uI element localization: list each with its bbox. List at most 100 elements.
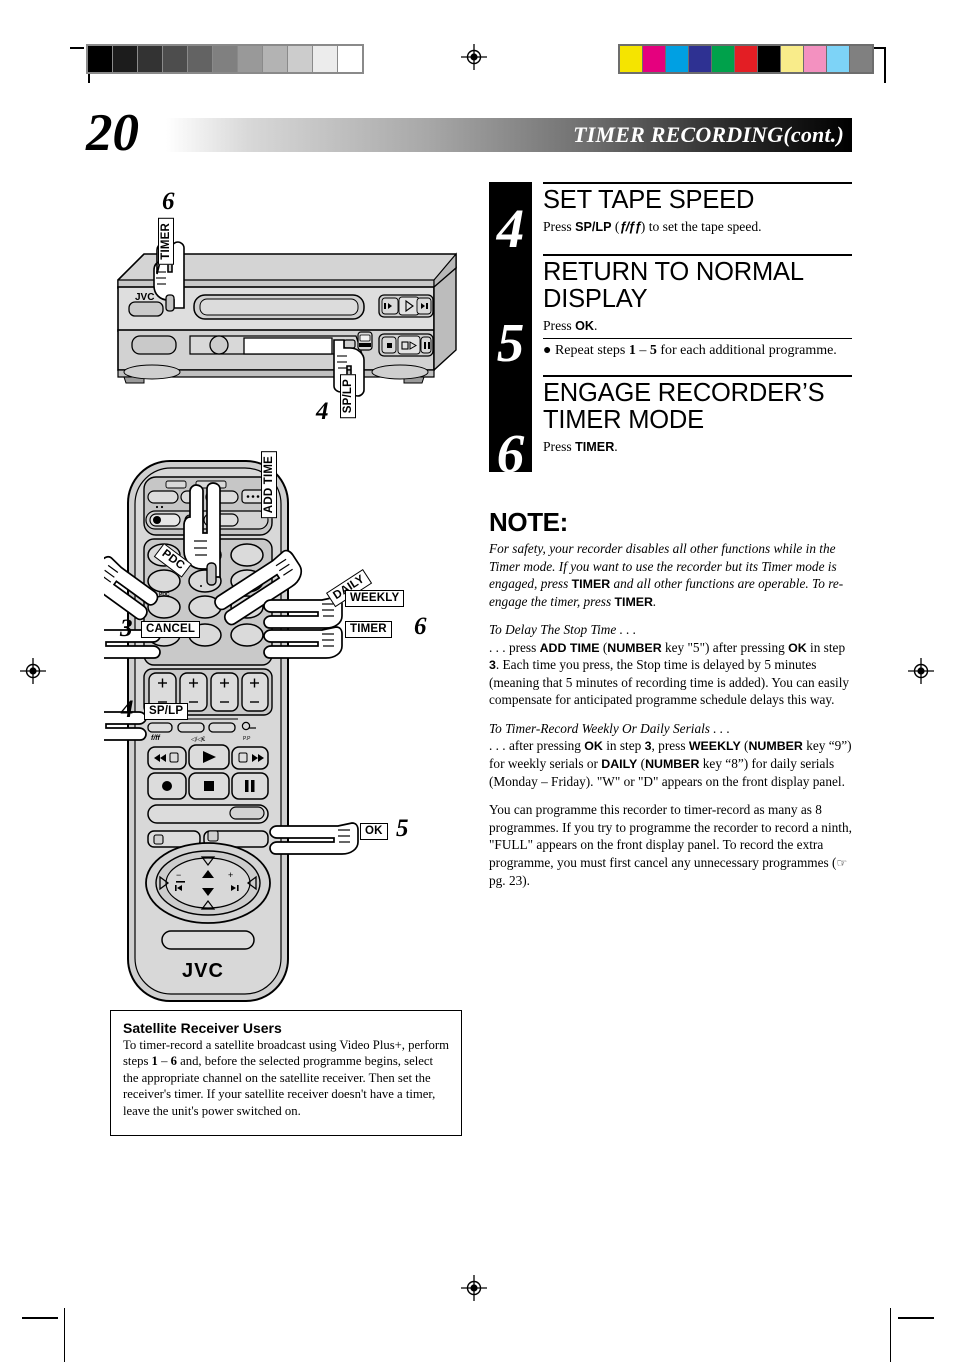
stepmark-6-vcr: 6 bbox=[162, 188, 175, 215]
color-swatch-9 bbox=[827, 46, 850, 72]
callout-sp-lp-vcr: SP/LP bbox=[340, 374, 356, 419]
note-paragraph-2: . . . press ADD TIME (NUMBER key "5") af… bbox=[489, 639, 850, 708]
step-6-press-label: Press bbox=[543, 438, 576, 454]
svg-text:f/ff: f/ff bbox=[151, 735, 160, 742]
step-5: 5 RETURN TO NORMAL DISPLAY Press OK. ● R… bbox=[489, 253, 852, 375]
step-5-title: RETURN TO NORMAL DISPLAY bbox=[543, 257, 803, 314]
svg-text:P.P: P.P bbox=[243, 736, 251, 742]
step-6-rule-top bbox=[543, 374, 852, 377]
gray-swatch-9 bbox=[313, 46, 338, 72]
step-5-bullet: ● Repeat steps 1 – 5 for each additional… bbox=[543, 343, 852, 359]
crop-mark-right-vert bbox=[884, 47, 886, 83]
color-swatch-3 bbox=[689, 46, 712, 72]
callout-add-time: ADD TIME bbox=[261, 451, 277, 519]
step-6-title: ENGAGE RECORDER’S TIMER MODE bbox=[543, 378, 825, 435]
gray-swatch-7 bbox=[263, 46, 288, 72]
gray-swatch-8 bbox=[288, 46, 313, 72]
step-5-number: 5 bbox=[496, 311, 525, 373]
crop-mark-bottom-left-vert bbox=[64, 1308, 65, 1362]
satellite-box-body: To timer-record a satellite broadcast us… bbox=[123, 1038, 449, 1118]
stepmark-4-vcr: 4 bbox=[316, 398, 329, 425]
step-5-rule-mid bbox=[543, 337, 852, 339]
step-6-key: TIMER bbox=[575, 439, 615, 454]
crop-mark-bottom-right-vert bbox=[890, 1308, 891, 1362]
step-5-instruction: Press OK. bbox=[543, 318, 852, 335]
vcr-sp-lp-button bbox=[343, 339, 356, 349]
step-5-suffix: . bbox=[594, 317, 598, 333]
step-4-instruction: Press SP/LP (ƒ/ƒƒ) to set the tape speed… bbox=[543, 219, 852, 236]
step-4-rule-top bbox=[543, 182, 852, 184]
color-swatch-5 bbox=[735, 46, 758, 72]
remote-brand-logo: JVC bbox=[182, 960, 224, 982]
crop-mark-bottom-right bbox=[898, 1317, 934, 1319]
step-4-suffix: ) to set the tape speed. bbox=[640, 218, 762, 234]
steps-column: 4 SET TAPE SPEED Press SP/LP (ƒ/ƒƒ) to s… bbox=[489, 182, 852, 481]
page-number: 20 bbox=[86, 104, 139, 162]
page-title: TIMER RECORDING(cont.) bbox=[573, 122, 844, 147]
note-paragraph-1: For safety, your recorder disables all o… bbox=[489, 541, 844, 609]
step-5-bullet-text: ● Repeat steps 1 – 5 for each additional… bbox=[543, 342, 837, 358]
satellite-box-heading: Satellite Receiver Users bbox=[123, 1020, 282, 1036]
crop-mark-bottom-left bbox=[22, 1317, 58, 1319]
pointing-hand-weekly bbox=[263, 596, 343, 629]
step-5-press-label: Press bbox=[543, 317, 576, 333]
step-5-key: OK bbox=[575, 318, 594, 333]
note-subheading-2: To Timer-Record Weekly Or Daily Serials … bbox=[489, 720, 730, 736]
callout-ok: OK bbox=[360, 823, 388, 840]
callout-sp-lp-remote: SP/LP bbox=[144, 703, 189, 720]
svg-text:◁/◁€: ◁/◁€ bbox=[191, 737, 206, 743]
svg-text:−: − bbox=[176, 870, 181, 880]
step-6-suffix: . bbox=[614, 438, 618, 454]
color-swatch-7 bbox=[781, 46, 804, 72]
step-4-key: SP/LP bbox=[575, 219, 612, 234]
remote-drawing: PDC f/ff ◁/◁€ P.P − + JVC bbox=[81, 460, 359, 1002]
gray-swatch-10 bbox=[338, 46, 362, 72]
color-swatch-10 bbox=[850, 46, 872, 72]
gray-swatch-3 bbox=[163, 46, 188, 72]
pointing-hand-timer-remote bbox=[263, 626, 343, 659]
remote-key-timer bbox=[230, 623, 264, 647]
tape-speed-icon: ƒ/ƒƒ bbox=[619, 218, 641, 234]
registration-mark-top-center bbox=[461, 44, 487, 70]
gray-swatch-6 bbox=[238, 46, 263, 72]
callout-cancel: CANCEL bbox=[141, 621, 201, 638]
svg-text:+: + bbox=[228, 870, 233, 880]
stepmark-5-remote: 5 bbox=[396, 815, 409, 842]
callout-timer-remote: TIMER bbox=[345, 621, 392, 638]
stepmark-6-remote: 6 bbox=[414, 613, 427, 640]
color-swatch-8 bbox=[804, 46, 827, 72]
note-paragraph-4: You can programme this recorder to timer… bbox=[489, 802, 852, 888]
step-5-rule-top bbox=[543, 253, 852, 256]
registration-mark-left bbox=[20, 658, 46, 684]
color-swatch-0 bbox=[620, 46, 643, 72]
color-swatch-6 bbox=[758, 46, 781, 72]
satellite-receiver-box: Satellite Receiver Users To timer-record… bbox=[110, 1010, 462, 1136]
note-paragraph-3: . . . after pressing OK in step 3, press… bbox=[489, 738, 852, 789]
grayscale-calibration-wedge bbox=[86, 44, 364, 74]
svg-text:PDC: PDC bbox=[159, 592, 170, 598]
registration-mark-bottom-center bbox=[461, 1275, 487, 1301]
crop-mark-top-left bbox=[70, 47, 84, 49]
color-swatch-2 bbox=[666, 46, 689, 72]
stepmark-3-remote: 3 bbox=[120, 615, 133, 642]
vcr-illustration: JVC TIMER 6 SP/LP 4 bbox=[104, 188, 476, 445]
gray-swatch-0 bbox=[88, 46, 113, 72]
callout-timer-vcr: TIMER bbox=[158, 218, 174, 265]
step-4-press-label: Press bbox=[543, 218, 576, 234]
color-swatch-4 bbox=[712, 46, 735, 72]
color-swatch-1 bbox=[643, 46, 666, 72]
gray-swatch-1 bbox=[113, 46, 138, 72]
color-calibration-bar bbox=[618, 44, 874, 74]
step-4: 4 SET TAPE SPEED Press SP/LP (ƒ/ƒƒ) to s… bbox=[489, 182, 852, 259]
registration-mark-right bbox=[908, 658, 934, 684]
step-4-number: 4 bbox=[496, 198, 525, 259]
gray-swatch-2 bbox=[138, 46, 163, 72]
step-6: 6 ENGAGE RECORDER’S TIMER MODE Press TIM… bbox=[489, 374, 852, 481]
remote-control-illustration: PDC f/ff ◁/◁€ P.P − + JVC ADD TIME PDC D… bbox=[81, 445, 476, 1010]
page-header: 20 TIMER RECORDING(cont.) bbox=[86, 107, 852, 160]
remote-key-sp-lp bbox=[147, 722, 173, 733]
note-block: NOTE: For safety, your recorder disables… bbox=[489, 507, 854, 900]
gray-swatch-4 bbox=[188, 46, 213, 72]
stepmark-4-remote: 4 bbox=[121, 696, 134, 723]
pointing-hand-ok bbox=[269, 822, 359, 855]
